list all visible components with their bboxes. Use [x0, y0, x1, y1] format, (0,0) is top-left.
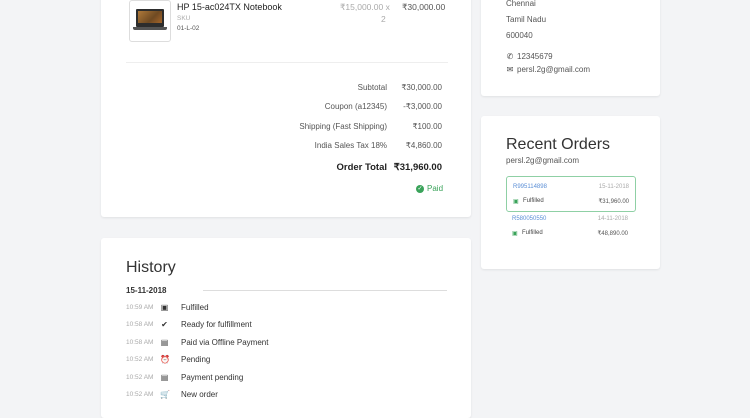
event-label: New order — [181, 390, 218, 399]
money-icon: ▤ — [160, 373, 169, 382]
address-city: Chennai — [506, 0, 536, 8]
tax-value: ₹4,860.00 — [405, 141, 442, 150]
history-event: 10:58 AM ▤ Paid via Offline Payment — [126, 338, 446, 353]
order-total-label: Order Total — [336, 162, 388, 173]
event-time: 10:58 AM — [126, 321, 154, 328]
order-total: ₹48,890.00 — [597, 231, 628, 237]
payment-status: ✓ Paid — [416, 184, 443, 193]
event-time: 10:52 AM — [126, 374, 154, 381]
order-date: 14-11-2018 — [597, 216, 628, 222]
unit-price: ₹15,000.00 x — [340, 2, 390, 12]
order-id-link[interactable]: R995114898 — [513, 184, 547, 190]
sku-label: SKU — [177, 15, 191, 22]
shipping-value: ₹100.00 — [412, 122, 442, 131]
event-time: 10:52 AM — [126, 391, 154, 398]
recent-orders-title: Recent Orders — [506, 136, 611, 153]
history-event: 10:58 AM ✔ Ready for fulfillment — [126, 320, 446, 335]
history-date: 15-11-2018 — [126, 286, 167, 295]
customer-email: persl.2g@gmail.com — [506, 156, 580, 165]
alarm-clock-icon: ⏰ — [160, 355, 170, 364]
order-total: ₹31,960.00 — [598, 199, 629, 205]
event-label: Ready for fulfillment — [181, 320, 252, 329]
fulfilled-box-icon: ▣ — [512, 231, 518, 237]
subtotal-label: Subtotal — [357, 83, 387, 92]
history-event: 10:52 AM 🛒 New order — [126, 390, 446, 405]
order-id-link[interactable]: R580050550 — [512, 216, 546, 222]
event-label: Fulfilled — [181, 303, 209, 312]
email-address[interactable]: persl.2g@gmail.com — [517, 65, 590, 74]
order-date: 15-11-2018 — [598, 184, 629, 190]
phone-icon: ✆ — [506, 52, 514, 61]
phone-number[interactable]: 12345679 — [517, 52, 553, 61]
sku-value: 01-L-02 — [177, 25, 200, 32]
history-card: History 15-11-2018 10:59 AM ▣ Fulfilled … — [101, 238, 471, 418]
coupon-value: -₹3,000.00 — [403, 102, 442, 111]
product-thumbnail[interactable] — [129, 0, 171, 42]
event-time: 10:58 AM — [126, 339, 154, 346]
order-items-card: HP 15-ac024TX Notebook SKU 01-L-02 ₹15,0… — [101, 0, 471, 217]
history-title: History — [126, 259, 176, 276]
event-label: Payment pending — [181, 373, 244, 382]
recent-order-item[interactable]: R995114898 15-11-2018 ▣ Fulfilled ₹31,96… — [506, 176, 636, 212]
address-state: Tamil Nadu — [506, 15, 547, 24]
coupon-label: Coupon (a12345) — [324, 102, 387, 111]
product-name[interactable]: HP 15-ac024TX Notebook — [177, 2, 282, 12]
order-status: Fulfilled — [522, 230, 543, 236]
envelope-icon: ✉ — [506, 65, 514, 74]
history-event: 10:52 AM ▤ Payment pending — [126, 373, 446, 388]
payment-status-label: Paid — [427, 184, 444, 193]
event-label: Paid via Offline Payment — [181, 338, 269, 347]
divider — [126, 62, 448, 63]
email-row: ✉ persl.2g@gmail.com — [506, 65, 590, 74]
divider — [203, 290, 447, 291]
fulfilled-box-icon: ▣ — [160, 303, 169, 312]
line-total: ₹30,000.00 — [402, 2, 446, 12]
subtotal-value: ₹30,000.00 — [401, 83, 442, 92]
event-label: Pending — [181, 355, 211, 364]
recent-orders-card: Recent Orders persl.2g@gmail.com R995114… — [481, 116, 660, 269]
cart-icon: 🛒 — [160, 390, 170, 399]
check-circle-icon: ✔ — [161, 320, 168, 329]
event-time: 10:59 AM — [126, 304, 154, 311]
shipping-label: Shipping (Fast Shipping) — [299, 122, 387, 131]
quantity: 2 — [381, 14, 386, 24]
event-time: 10:52 AM — [126, 356, 154, 363]
customer-address-card: Chennai Tamil Nadu 600040 ✆ 12345679 ✉ p… — [481, 0, 660, 96]
recent-order-item[interactable]: R580050550 14-11-2018 ▣ Fulfilled ₹48,89… — [506, 209, 634, 243]
money-icon: ▤ — [160, 338, 169, 347]
order-status: Fulfilled — [523, 198, 544, 204]
fulfilled-box-icon: ▣ — [513, 199, 519, 205]
tax-label: India Sales Tax 18% — [314, 141, 387, 150]
history-event: 10:52 AM ⏰ Pending — [126, 355, 446, 370]
address-pin: 600040 — [506, 31, 533, 40]
order-total-value: ₹31,960.00 — [393, 162, 442, 173]
phone-row: ✆ 12345679 — [506, 52, 553, 61]
history-event: 10:59 AM ▣ Fulfilled — [126, 303, 446, 318]
check-circle-icon: ✓ — [416, 184, 424, 193]
